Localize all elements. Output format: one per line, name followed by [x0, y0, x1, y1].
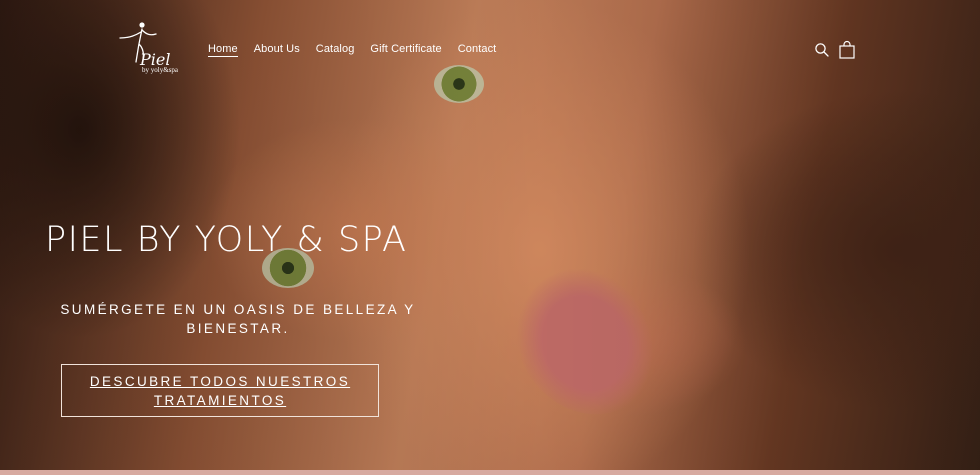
- bottom-divider: [0, 470, 980, 475]
- search-button[interactable]: [812, 40, 832, 60]
- hero-subtitle: SUMÉRGETE EN UN OASIS DE BELLEZA Y BIENE…: [60, 302, 416, 336]
- nav-item-catalog[interactable]: Catalog: [316, 43, 355, 57]
- nav-item-home[interactable]: Home: [208, 43, 238, 57]
- hero-title: PIEL BY YOLY & SPA: [45, 220, 408, 260]
- search-icon: [815, 43, 829, 57]
- nav-item-about-us[interactable]: About Us: [254, 43, 300, 57]
- nav-item-gift-certificate[interactable]: Gift Certificate: [370, 43, 441, 57]
- nav-item-contact[interactable]: Contact: [458, 43, 497, 57]
- main-nav: Home About Us Catalog Gift Certificate C…: [208, 43, 496, 57]
- shopping-bag-icon: [839, 40, 855, 59]
- cart-button[interactable]: [837, 40, 857, 60]
- site-logo[interactable]: Piel by yoly&spa: [112, 18, 184, 80]
- logo-tagline: by yoly&spa: [142, 66, 178, 74]
- discover-treatments-button[interactable]: DESCUBRE TODOS NUESTROS TRATAMIENTOS: [61, 364, 379, 417]
